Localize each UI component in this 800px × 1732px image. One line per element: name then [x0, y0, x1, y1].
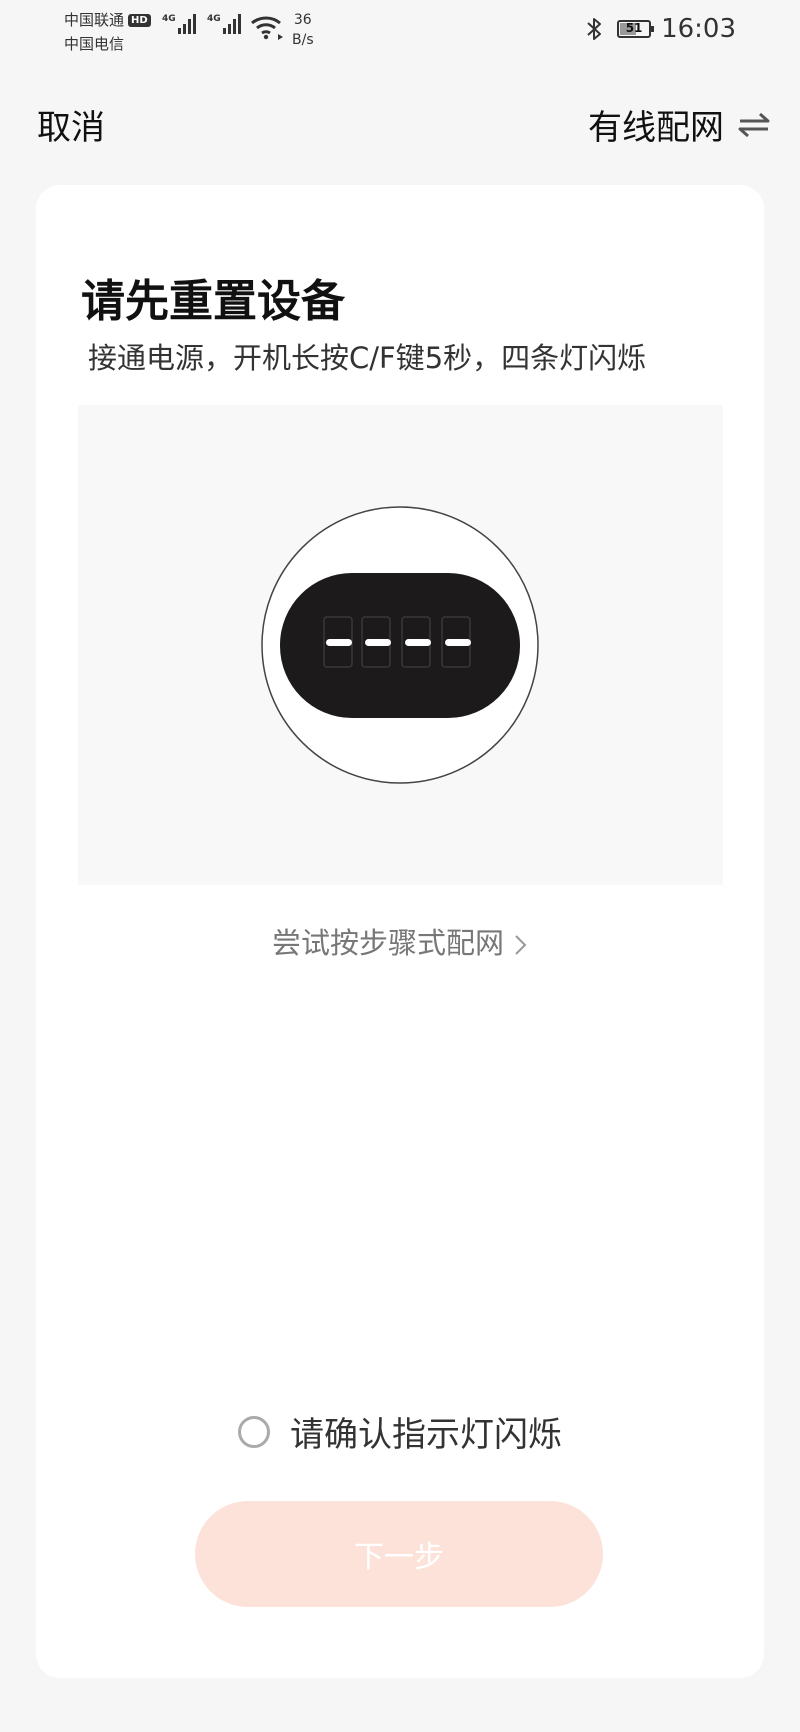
page-title: 请先重置设备	[81, 276, 345, 327]
cancel-button[interactable]: 取消	[37, 100, 105, 149]
carrier1-label: 中国联通	[64, 11, 125, 29]
chevron-right-icon	[515, 935, 527, 955]
setup-card: 请先重置设备 接通电源，开机长按C/F键5秒，四条灯闪烁 尝试按步骤式配网 请确…	[36, 185, 764, 1678]
header: 取消 有线配网	[0, 90, 800, 154]
confirm-label[interactable]: 请确认指示灯闪烁	[290, 1407, 562, 1456]
switch-arrows-icon	[738, 112, 770, 137]
wired-setup-label: 有线配网	[588, 108, 724, 148]
net-speed: 36 B/s	[292, 10, 314, 50]
next-button[interactable]: 下一步	[195, 1501, 603, 1607]
confirm-row: 请确认指示灯闪烁	[36, 1407, 764, 1456]
status-bar: 中国联通 HD 中国电信 4G 4G 36 B/s 51 16:03	[0, 0, 800, 60]
clock: 16:03	[661, 14, 736, 44]
carrier-info: 中国联通 HD 中国电信	[64, 8, 151, 56]
net-speed-value: 36	[293, 12, 312, 28]
network-tag-2: 4G	[207, 14, 221, 24]
device-illustration	[78, 405, 723, 885]
carrier2-label: 中国电信	[64, 35, 125, 53]
step-setup-link[interactable]: 尝试按步骤式配网	[36, 920, 764, 962]
net-speed-unit: B/s	[292, 32, 314, 48]
wifi-icon	[251, 16, 283, 40]
network-tag-1: 4G	[162, 14, 176, 24]
signal-2-icon: 4G	[207, 14, 243, 34]
device-display-icon	[261, 506, 539, 784]
battery-level: 51	[625, 21, 643, 35]
wired-setup-button[interactable]: 有线配网	[588, 100, 770, 149]
instruction-text: 接通电源，开机长按C/F键5秒，四条灯闪烁	[88, 341, 647, 375]
hd-badge: HD	[128, 13, 151, 27]
confirm-radio[interactable]	[238, 1415, 270, 1448]
signal-1-icon: 4G	[162, 14, 198, 34]
battery-icon: 51	[617, 20, 655, 38]
bluetooth-icon	[587, 18, 602, 40]
step-setup-label: 尝试按步骤式配网	[271, 926, 504, 960]
